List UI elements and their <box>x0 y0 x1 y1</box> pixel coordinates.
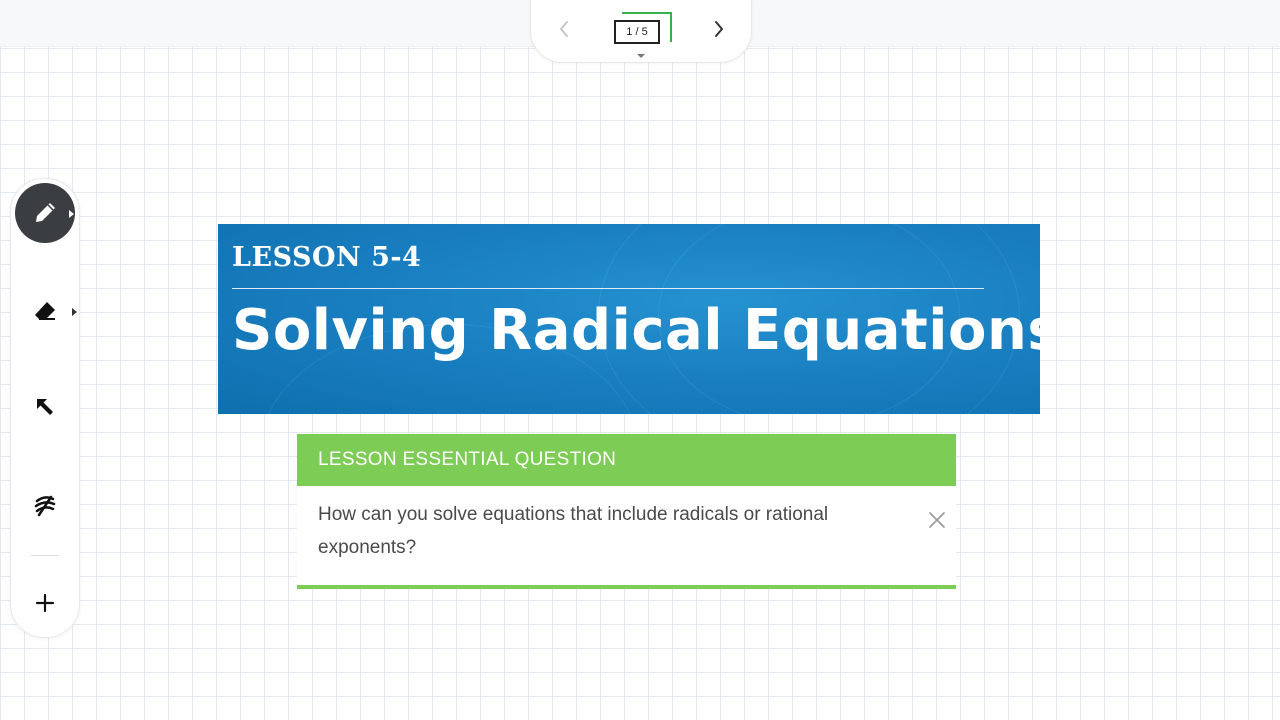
add-button[interactable] <box>15 573 75 633</box>
pen-tool-button[interactable] <box>15 183 75 243</box>
page-counter[interactable]: 1 / 5 <box>614 20 660 44</box>
banner-divider <box>232 288 984 289</box>
eraser-options-caret-icon[interactable] <box>72 308 77 316</box>
drawing-toolbar <box>10 178 80 638</box>
lesson-number: LESSON 5-4 <box>232 242 422 273</box>
chevron-left-icon <box>560 21 568 37</box>
close-icon <box>929 512 945 528</box>
pen-options-caret-icon[interactable] <box>69 210 74 218</box>
pen-icon <box>36 203 55 222</box>
page-menu-caret-icon[interactable] <box>637 54 645 58</box>
select-tool-button[interactable] <box>15 377 75 437</box>
essential-question-text: How can you solve equations that include… <box>318 504 829 558</box>
eraser-tool-button[interactable] <box>15 281 77 341</box>
essential-question-card: LESSON ESSENTIAL QUESTION How can you so… <box>297 434 956 589</box>
arrow-up-left-icon <box>37 399 53 415</box>
plus-icon <box>35 593 55 613</box>
chevron-right-icon <box>715 21 723 37</box>
close-question-button[interactable] <box>927 510 947 530</box>
page-counter-wrapper: 1 / 5 <box>614 10 672 50</box>
essential-question-header: LESSON ESSENTIAL QUESTION <box>297 434 956 486</box>
clear-strokes-button[interactable] <box>15 475 75 535</box>
toolbar-divider <box>31 555 59 556</box>
clear-strokes-icon <box>34 495 56 517</box>
lesson-title: Solving Radical Equations <box>232 298 1040 363</box>
essential-question-heading: LESSON ESSENTIAL QUESTION <box>318 449 617 470</box>
eraser-icon <box>35 302 55 320</box>
lesson-title-banner: LESSON 5-4 Solving Radical Equations <box>218 224 1040 414</box>
page-navigator: 1 / 5 <box>530 0 752 63</box>
next-page-button[interactable] <box>702 12 736 46</box>
previous-page-button[interactable] <box>547 12 581 46</box>
